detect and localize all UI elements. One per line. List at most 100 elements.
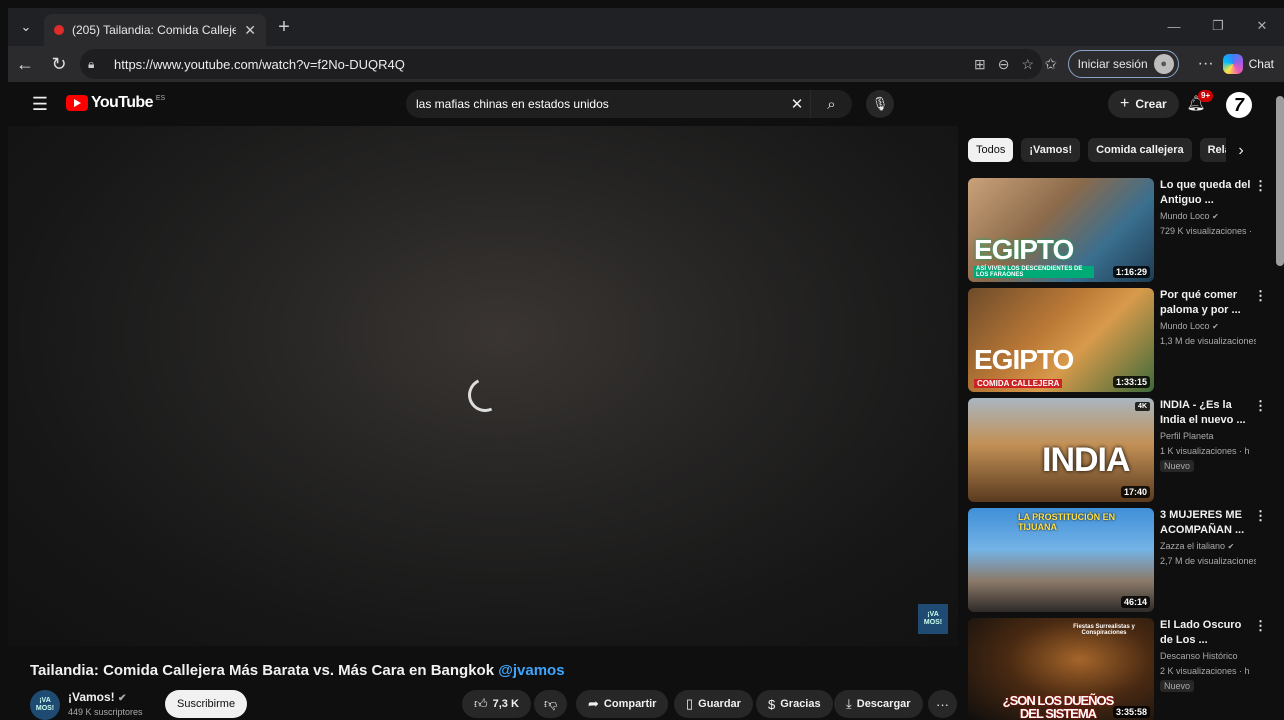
thumbnail-text: ¿SON LOS DUEÑOS DEL SISTEMA [1002, 693, 1115, 720]
vertical-more-icon[interactable]: ⋮ [1254, 618, 1267, 634]
clear-search-icon[interactable]: ✕ [784, 95, 810, 113]
search-icon: ⌕ [827, 95, 836, 113]
tab-close-icon[interactable]: ✕ [244, 22, 256, 39]
notifications-bell-icon[interactable]: 🔔︎ 9+ [1184, 90, 1214, 116]
favorites-icon[interactable]: ✩ [1034, 55, 1068, 73]
browser-tab[interactable]: (205) Tailandia: Comida Callejera M ✕ [44, 14, 266, 46]
chip-todos[interactable]: Todos [968, 138, 1014, 162]
share-arrow-icon: ➦ [588, 696, 599, 711]
related-video[interactable]: Fiestas Surrealistas y Conspiraciones ¿S… [968, 618, 1278, 720]
like-button[interactable]: 👍︎ 7,3 K [462, 690, 531, 718]
browser-toolbar: ← ↻ 🔒︎ https://www.youtube.com/watch?v=f… [8, 46, 1284, 82]
new-tab-button[interactable]: + [266, 16, 302, 39]
settings-more-icon[interactable]: ··· [1189, 55, 1223, 73]
signin-label: Iniciar sesión [1077, 57, 1148, 71]
search-input[interactable]: las mafias chinas en estados unidos [406, 97, 784, 111]
channel-name[interactable]: ¡Vamos! ✔︎ [68, 690, 126, 704]
favorite-star-icon[interactable]: ☆ [1021, 56, 1034, 73]
related-title[interactable]: 3 MUJERES ME ACOMPAÑAN ... [1160, 508, 1252, 538]
channel-handle-link[interactable]: @jvamos [498, 662, 564, 679]
youtube-favicon-icon [54, 25, 64, 35]
minimize-icon[interactable]: — [1152, 19, 1196, 34]
guide-menu-icon[interactable]: ☰ [28, 92, 52, 116]
video-thumbnail[interactable]: LA PROSTITUCIÓN EN TIJUANA 46:14 [968, 508, 1154, 612]
video-title: Tailandia: Comida Callejera Más Barata v… [30, 662, 565, 679]
share-button[interactable]: ➦ Compartir [576, 690, 669, 718]
window-controls: — ❐ ✕ [1152, 8, 1284, 44]
thanks-button[interactable]: $ Gracias [756, 690, 833, 718]
address-bar[interactable]: 🔒︎ https://www.youtube.com/watch?v=f2No-… [80, 49, 1042, 79]
country-code: ES [155, 94, 166, 102]
account-avatar[interactable]: 7 [1226, 92, 1252, 118]
dislike-button[interactable]: 👎︎ [534, 690, 568, 718]
vertical-more-icon[interactable]: ⋮ [1254, 288, 1267, 304]
create-label: Crear [1135, 97, 1167, 111]
related-title[interactable]: Por qué comer paloma y por ... [1160, 288, 1252, 318]
related-channel-name[interactable]: Mundo Loco [1160, 211, 1210, 221]
duration-badge: 1:33:15 [1112, 376, 1150, 388]
related-channel[interactable]: Mundo Loco ✔︎ [1160, 211, 1219, 221]
related-title[interactable]: INDIA - ¿Es la India el nuevo ... [1160, 398, 1252, 428]
related-video[interactable]: INDIA 4K 17:40 INDIA - ¿Es la India el n… [968, 398, 1278, 502]
video-thumbnail[interactable]: EGIPTO ASÍ VIVEN LOS DESCENDIENTES DE LO… [968, 178, 1154, 282]
chip-comida-callejera[interactable]: Comida callejera [1088, 138, 1192, 162]
like-count: 7,3 K [492, 698, 519, 710]
related-channel[interactable]: Mundo Loco ✔︎ [1160, 321, 1219, 331]
vertical-more-icon[interactable]: ⋮ [1254, 398, 1267, 414]
zoom-icon[interactable]: ⊖ [998, 56, 1010, 73]
url-text[interactable]: https://www.youtube.com/watch?v=f2No-DUQ… [114, 57, 405, 72]
vertical-more-icon[interactable]: ⋮ [1254, 178, 1267, 194]
youtube-logo[interactable]: YouTube ES [66, 94, 165, 112]
chat-label: Chat [1248, 57, 1274, 71]
lock-icon[interactable]: 🔒︎ [88, 57, 108, 72]
related-video[interactable]: LA PROSTITUCIÓN EN TIJUANA 46:14 3 MUJER… [968, 508, 1278, 612]
channel-avatar[interactable]: ¡VA MOS! [30, 690, 60, 720]
voice-search-button[interactable]: 🎙︎ [866, 90, 894, 118]
save-button[interactable]: ▯ Guardar [674, 690, 753, 718]
maximize-icon[interactable]: ❐ [1196, 18, 1240, 34]
download-button[interactable]: ⤓ Descargar [834, 690, 923, 718]
chips-next-icon[interactable]: › [1226, 138, 1256, 164]
related-title[interactable]: Lo que queda del Antiguo ... [1160, 178, 1252, 208]
related-channel[interactable]: Descanso Histórico [1160, 651, 1238, 661]
tab-strip: ⌄ (205) Tailandia: Comida Callejera M ✕ … [8, 8, 1284, 46]
tab-title: (205) Tailandia: Comida Callejera M [72, 23, 237, 37]
4k-badge: 4K [1135, 402, 1150, 411]
thumbnail-subtext: COMIDA CALLEJERA [974, 379, 1063, 388]
loading-spinner-icon [463, 373, 507, 417]
chip-vamos[interactable]: ¡Vamos! [1021, 138, 1081, 162]
search-button[interactable]: ⌕ [810, 90, 852, 118]
reload-icon[interactable]: ↻ [42, 47, 76, 81]
thumbnail-text: EGIPTO [974, 234, 1074, 265]
video-thumbnail[interactable]: Fiestas Surrealistas y Conspiraciones ¿S… [968, 618, 1154, 720]
related-channel[interactable]: Perfil Planeta [1160, 431, 1214, 441]
thanks-label: Gracias [780, 698, 821, 710]
plus-icon: + [1120, 95, 1130, 112]
related-channel-name[interactable]: Zazza el italiano [1160, 541, 1225, 551]
related-channel[interactable]: Zazza el italiano ✔︎ [1160, 541, 1234, 551]
more-actions-button[interactable]: ··· [928, 690, 957, 718]
tab-list-chevron-icon[interactable]: ⌄ [8, 9, 44, 45]
create-button[interactable]: + Crear [1108, 90, 1179, 118]
copilot-chat-button[interactable]: Chat [1222, 54, 1284, 74]
related-channel-name[interactable]: Mundo Loco [1160, 321, 1210, 331]
video-player[interactable]: ¡VA MOS! [8, 126, 958, 646]
back-arrow-icon[interactable]: ← [8, 47, 42, 81]
video-thumbnail[interactable]: INDIA 4K 17:40 [968, 398, 1154, 502]
channel-name-text[interactable]: ¡Vamos! [68, 690, 115, 704]
related-video[interactable]: EGIPTO ASÍ VIVEN LOS DESCENDIENTES DE LO… [968, 178, 1278, 282]
download-label: Descargar [856, 698, 911, 710]
related-video[interactable]: EGIPTO COMIDA CALLEJERA 1:33:15 Por qué … [968, 288, 1278, 392]
signin-button[interactable]: Iniciar sesión ● [1067, 50, 1179, 78]
subscribe-button[interactable]: Suscribirme [165, 690, 248, 718]
channel-watermark[interactable]: ¡VA MOS! [918, 604, 948, 634]
related-title[interactable]: El Lado Oscuro de Los ... [1160, 618, 1252, 648]
vertical-more-icon[interactable]: ⋮ [1254, 508, 1267, 524]
page-scrollbar[interactable] [1276, 96, 1284, 266]
close-window-icon[interactable]: ✕ [1240, 18, 1284, 34]
verified-icon: ✔︎ [1227, 542, 1235, 551]
app-available-icon[interactable]: ⊞ [974, 56, 986, 73]
thumbnail-text: INDIA [1042, 441, 1131, 479]
video-thumbnail[interactable]: EGIPTO COMIDA CALLEJERA 1:33:15 [968, 288, 1154, 392]
new-badge: Nuevo [1160, 680, 1195, 692]
